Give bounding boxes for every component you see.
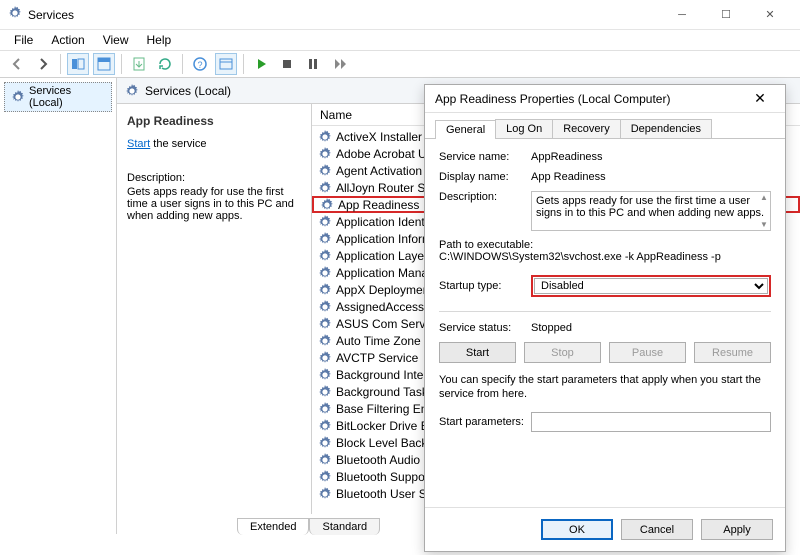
menu-view[interactable]: View	[95, 31, 137, 49]
startup-type-select[interactable]: Disabled	[534, 278, 768, 294]
restart-service-button[interactable]	[328, 53, 350, 75]
tab-logon[interactable]: Log On	[495, 119, 553, 138]
gear-icon	[318, 164, 332, 178]
app-icon	[8, 6, 22, 23]
window-title: Services	[28, 8, 660, 22]
gear-icon	[318, 419, 332, 433]
detail-column: App Readiness Start the service Descript…	[117, 104, 312, 514]
gear-icon	[318, 283, 332, 297]
selected-service-name: App Readiness	[127, 114, 303, 128]
maximize-button[interactable]: ☐	[704, 0, 748, 30]
start-button[interactable]: Start	[439, 342, 516, 363]
menu-action[interactable]: Action	[43, 31, 92, 49]
window-titlebar: Services ─ ☐ ✕	[0, 0, 800, 30]
tab-general[interactable]: General	[435, 120, 496, 139]
gear-icon	[318, 232, 332, 246]
gear-icon	[318, 402, 332, 416]
tree-root-item[interactable]: Services (Local)	[4, 82, 112, 112]
gear-icon	[318, 130, 332, 144]
pause-button: Pause	[609, 342, 686, 363]
tab-recovery[interactable]: Recovery	[552, 119, 620, 138]
refresh-button[interactable]	[154, 53, 176, 75]
help-button[interactable]: ?	[189, 53, 211, 75]
show-hide-tree-button[interactable]	[67, 53, 89, 75]
toolbar-icon-2[interactable]	[93, 53, 115, 75]
gear-icon	[318, 470, 332, 484]
close-button[interactable]: ✕	[748, 0, 792, 30]
startup-type-highlight: Disabled	[531, 275, 771, 297]
ok-button[interactable]: OK	[541, 519, 613, 540]
pause-service-button[interactable]	[302, 53, 324, 75]
tree-root-label: Services (Local)	[29, 85, 105, 109]
properties-button[interactable]	[215, 53, 237, 75]
stop-service-button[interactable]	[276, 53, 298, 75]
service-name-label: Service name:	[439, 151, 531, 163]
gear-icon	[318, 249, 332, 263]
gear-icon	[318, 487, 332, 501]
start-service-link[interactable]: Start	[127, 138, 150, 150]
dialog-close-button[interactable]: ✕	[745, 90, 775, 107]
start-params-label: Start parameters:	[439, 416, 531, 428]
toolbar: ?	[0, 50, 800, 78]
pane-header-label: Services (Local)	[145, 84, 231, 98]
gear-icon	[318, 385, 332, 399]
gear-icon	[318, 351, 332, 365]
service-name-value: AppReadiness	[531, 151, 771, 163]
stop-button: Stop	[524, 342, 601, 363]
gear-icon	[318, 266, 332, 280]
service-row-label: Application Identity	[336, 215, 437, 229]
description-label: Description:	[127, 172, 303, 184]
service-status-label: Service status:	[439, 322, 531, 334]
dialog-footer: OK Cancel Apply	[425, 507, 785, 551]
display-name-value: App Readiness	[531, 171, 771, 183]
start-service-button[interactable]	[250, 53, 272, 75]
back-button[interactable]	[6, 53, 28, 75]
dialog-titlebar: App Readiness Properties (Local Computer…	[425, 85, 785, 113]
gear-icon	[318, 147, 332, 161]
tree-pane: Services (Local)	[0, 78, 117, 534]
start-params-note: You can specify the start parameters tha…	[439, 373, 771, 402]
service-status-value: Stopped	[531, 322, 771, 334]
start-params-input[interactable]	[531, 412, 771, 432]
gear-icon	[318, 181, 332, 195]
gear-icon	[318, 317, 332, 331]
display-name-label: Display name:	[439, 171, 531, 183]
startup-type-label: Startup type:	[439, 280, 531, 292]
description-scrollbar[interactable]: ▲▼	[759, 193, 769, 229]
forward-button[interactable]	[32, 53, 54, 75]
gear-icon	[318, 368, 332, 382]
description-text: Gets apps ready for use the first time a…	[127, 186, 303, 222]
path-value: C:\WINDOWS\System32\svchost.exe -k AppRe…	[439, 251, 771, 263]
dialog-description-label: Description:	[439, 191, 531, 231]
resume-button: Resume	[694, 342, 771, 363]
export-button[interactable]	[128, 53, 150, 75]
tab-standard[interactable]: Standard	[309, 518, 380, 535]
path-label: Path to executable:	[439, 239, 771, 251]
dialog-tabs: General Log On Recovery Dependencies	[425, 113, 785, 139]
svg-text:?: ?	[197, 60, 202, 70]
minimize-button[interactable]: ─	[660, 0, 704, 30]
dialog-description-box: Gets apps ready for use the first time a…	[531, 191, 771, 231]
dialog-description-text: Gets apps ready for use the first time a…	[536, 195, 764, 219]
menu-file[interactable]: File	[6, 31, 41, 49]
service-row-label: App Readiness	[338, 198, 419, 212]
gear-icon	[318, 436, 332, 450]
dialog-title: App Readiness Properties (Local Computer…	[435, 92, 745, 106]
gear-icon	[318, 300, 332, 314]
menu-help[interactable]: Help	[139, 31, 180, 49]
service-row-label: AVCTP Service	[336, 351, 418, 365]
gear-icon	[318, 215, 332, 229]
properties-dialog: App Readiness Properties (Local Computer…	[424, 84, 786, 552]
gear-icon	[320, 198, 334, 212]
apply-button[interactable]: Apply	[701, 519, 773, 540]
gear-icon	[318, 453, 332, 467]
tab-dependencies[interactable]: Dependencies	[620, 119, 712, 138]
start-suffix: the service	[150, 138, 206, 150]
gear-icon	[318, 334, 332, 348]
menu-bar: File Action View Help	[0, 30, 800, 50]
tab-extended[interactable]: Extended	[237, 518, 309, 535]
cancel-button[interactable]: Cancel	[621, 519, 693, 540]
